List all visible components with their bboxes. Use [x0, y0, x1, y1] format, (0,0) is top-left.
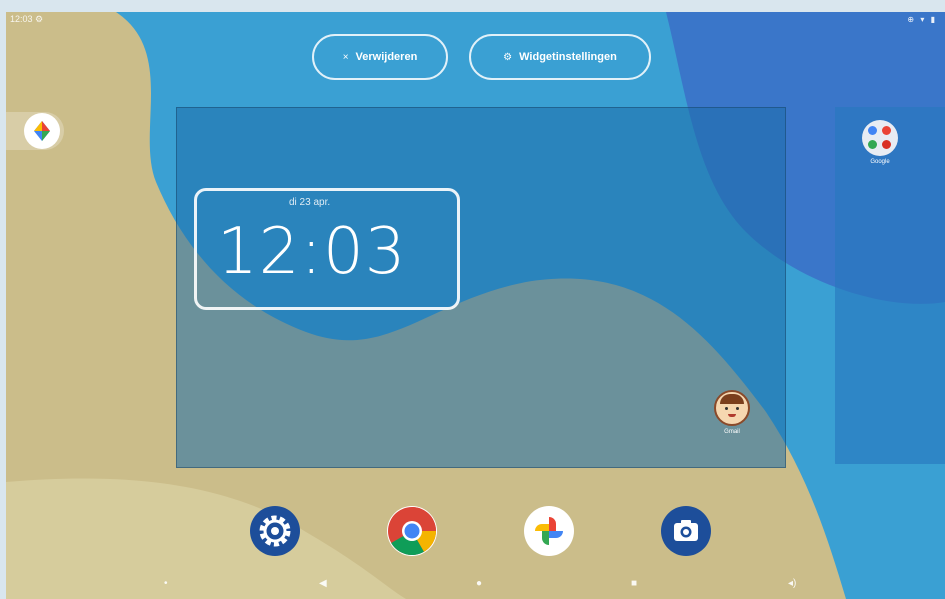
status-time: 12:03 ⚙: [10, 14, 44, 24]
close-icon: ×: [342, 51, 349, 63]
avatar-app-label: Gmail: [724, 429, 740, 435]
assistant-icon[interactable]: [24, 113, 60, 149]
photos-icon[interactable]: [524, 506, 574, 556]
home-screen: 12:03 ⚙ ⊕ ▾ ▮ × Verwijderen ⚙ Widgetinst…: [6, 12, 945, 599]
status-icons: ⊕ ▾ ▮: [907, 15, 937, 24]
widget-settings-label: Widgetinstellingen: [519, 51, 617, 63]
clock-date: di 23 apr.: [289, 197, 331, 208]
google-folder-label: Google: [870, 159, 890, 165]
volume-icon[interactable]: ◂): [788, 578, 796, 589]
page-lower-area: [177, 297, 785, 467]
camera-icon[interactable]: [661, 506, 711, 556]
remove-button[interactable]: × Verwijderen: [312, 34, 448, 80]
clock-widget[interactable]: di 23 apr. 12:03: [194, 188, 460, 310]
gear-icon: ⚙: [503, 51, 513, 63]
home-button[interactable]: ●: [476, 578, 482, 589]
remove-label: Verwijderen: [355, 51, 418, 63]
chrome-icon[interactable]: [387, 506, 437, 556]
avatar-app[interactable]: Gmail: [714, 390, 750, 435]
back-button[interactable]: ◀: [319, 578, 327, 589]
clock-time: 12:03: [217, 215, 407, 289]
google-folder[interactable]: Google: [862, 120, 898, 165]
settings-icon[interactable]: [250, 506, 300, 556]
widget-settings-button[interactable]: ⚙ Widgetinstellingen: [469, 34, 651, 80]
avatar-icon: [714, 390, 750, 426]
google-folder-icon: [862, 120, 898, 156]
recents-button[interactable]: ■: [631, 578, 637, 589]
nav-dot-left: •: [164, 578, 168, 589]
